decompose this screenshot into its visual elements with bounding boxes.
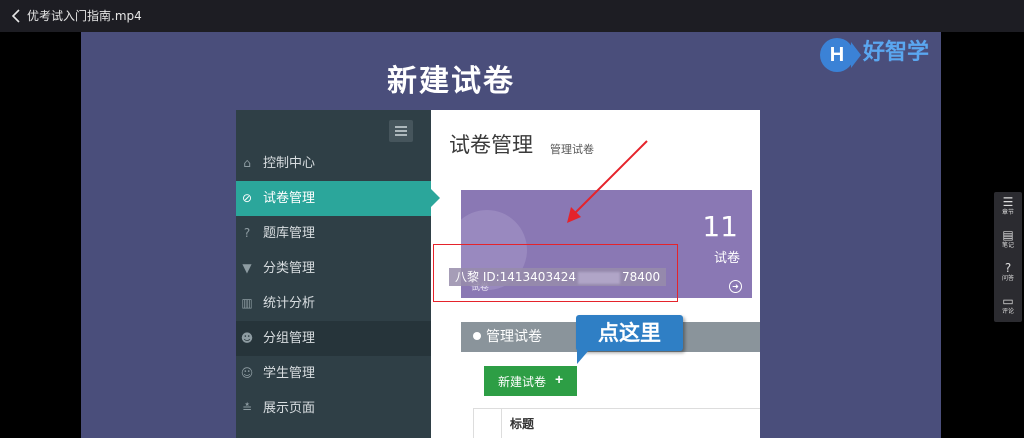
- app-sidebar: ⌂ 控制中心 ⊘ 试卷管理 ? 题库管理 ▼ 分类管理 ▥ 统计分析 ☻ 分组管…: [236, 110, 440, 438]
- logo-badge: H: [820, 38, 854, 72]
- new-exam-label: 新建试卷: [498, 375, 547, 389]
- sidebar-item-groups[interactable]: ☻ 分组管理: [236, 321, 431, 356]
- qa-button[interactable]: ? 问答: [994, 258, 1022, 290]
- pointer-arrow-icon: [567, 140, 648, 223]
- logo-text: 好智学: [863, 40, 930, 65]
- notes-label: 笔记: [1001, 242, 1014, 249]
- chapters-button[interactable]: ☰ 章节: [994, 192, 1022, 224]
- sidebar-item-categories[interactable]: ▼ 分类管理: [236, 251, 431, 286]
- sidebar-item-students[interactable]: ☺ 学生管理: [236, 356, 431, 391]
- sidebar-item-label: 分组管理: [263, 331, 316, 346]
- question-circle-icon: ?: [243, 226, 251, 240]
- sidebar-item-label: 展示页面: [263, 401, 316, 416]
- title-bar: 优考试入门指南.mp4: [0, 0, 1024, 32]
- chapters-label: 章节: [1001, 209, 1014, 216]
- exam-count-label: 试卷: [713, 251, 740, 266]
- back-arrow-icon[interactable]: [10, 8, 24, 24]
- comments-label: 评论: [1001, 308, 1014, 315]
- check-circle-icon: ⊘: [241, 191, 253, 205]
- sidebar-item-display[interactable]: ≛ 展示页面: [236, 391, 431, 426]
- qa-label: 问答: [1001, 275, 1014, 282]
- manage-section-title: 管理试卷: [486, 329, 542, 345]
- note-icon: ▤: [1002, 228, 1014, 242]
- comments-button[interactable]: ▭ 评论: [994, 291, 1022, 323]
- exam-count: 11: [702, 210, 738, 243]
- logo-arrow-icon: [851, 42, 861, 68]
- sidebar-item-exams[interactable]: ⊘ 试卷管理: [236, 181, 440, 216]
- sidebar-item-label: 试卷管理: [263, 191, 316, 206]
- slide-title: 新建试卷: [387, 64, 515, 99]
- home-icon: ⌂: [243, 156, 251, 170]
- sidebar-item-dashboard[interactable]: ⌂ 控制中心: [236, 146, 431, 181]
- player-side-panel: ☰ 章节 ▤ 笔记 ? 问答 ▭ 评论: [994, 192, 1022, 322]
- bar-chart-icon: ▥: [241, 296, 253, 310]
- menu-toggle-icon[interactable]: [389, 120, 413, 142]
- column-header-title[interactable]: 标题: [501, 409, 750, 438]
- page-title: 试卷管理: [449, 133, 533, 157]
- highlight-box: [433, 244, 678, 302]
- group-icon: ☻: [240, 331, 254, 345]
- sidebar-item-question-bank[interactable]: ? 题库管理: [236, 216, 431, 251]
- callout-tail: [577, 350, 589, 364]
- comment-icon: ▭: [1002, 294, 1014, 308]
- filter-icon: ▼: [242, 261, 252, 275]
- user-icon: ☺: [240, 366, 254, 380]
- arrow-right-circle-icon[interactable]: ➜: [729, 280, 742, 293]
- sidebar-item-label: 题库管理: [263, 226, 316, 241]
- question-icon: ?: [1004, 261, 1012, 275]
- display-icon: ≛: [241, 401, 253, 415]
- sidebar-item-statistics[interactable]: ▥ 统计分析: [236, 286, 431, 321]
- new-exam-button[interactable]: 新建试卷 +: [484, 366, 577, 396]
- click-here-callout: 点这里: [576, 315, 683, 351]
- sidebar-item-label: 学生管理: [263, 366, 316, 381]
- video-frame[interactable]: 新建试卷 H 好智学 ⌂ 控制中心 ⊘ 试卷管理 ? 题库管理 ▼ 分类管理 ▥…: [81, 32, 941, 438]
- bullet-icon: [473, 332, 481, 340]
- app-screenshot: ⌂ 控制中心 ⊘ 试卷管理 ? 题库管理 ▼ 分类管理 ▥ 统计分析 ☻ 分组管…: [236, 110, 760, 438]
- list-icon: ☰: [1002, 195, 1014, 209]
- exam-table-header: 标题: [473, 408, 760, 438]
- sidebar-item-label: 控制中心: [263, 156, 316, 171]
- notes-button[interactable]: ▤ 笔记: [994, 225, 1022, 257]
- video-title: 优考试入门指南.mp4: [27, 9, 142, 23]
- sidebar-item-label: 分类管理: [263, 261, 316, 276]
- plus-icon: +: [555, 371, 564, 387]
- sidebar-item-label: 统计分析: [263, 296, 316, 311]
